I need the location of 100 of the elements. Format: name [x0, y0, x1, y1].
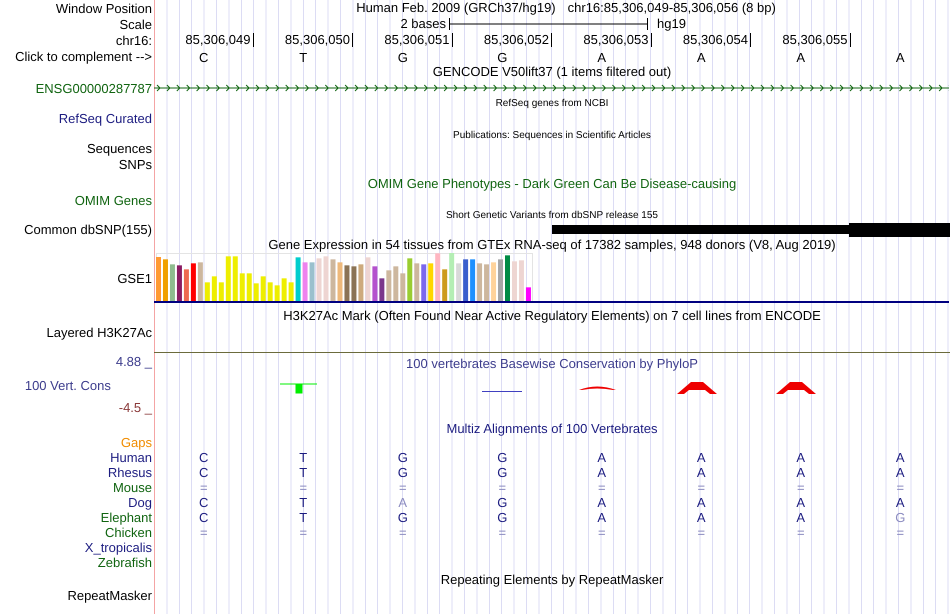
species-label[interactable]: Human	[110, 450, 152, 465]
track-title: Repeating Elements by RepeatMasker	[440, 570, 664, 589]
track-label[interactable]: Common dbSNP(155)	[24, 222, 152, 238]
base-letter: A	[597, 495, 606, 510]
track-label[interactable]: 100 Vert. Cons	[24, 378, 111, 392]
base-letter: =	[498, 525, 506, 540]
track-label[interactable]: Layered H3K27Ac	[46, 324, 152, 340]
conservation-peak	[776, 382, 816, 394]
base-letter: G	[895, 510, 906, 525]
base-letter: A	[597, 510, 606, 525]
track-title: 100 vertebrates Basewise Conservation by PhyloP	[406, 355, 698, 370]
base-letter: A	[597, 465, 606, 480]
base-letter: A	[696, 495, 706, 510]
base-letter: G	[497, 465, 508, 480]
conservation-peak	[579, 386, 616, 390]
base-letter: A	[398, 495, 408, 510]
base-letter[interactable]: A	[696, 48, 706, 68]
conservation-peak	[677, 382, 717, 394]
base-letter: C	[199, 510, 208, 525]
species-label[interactable]: Mouse	[112, 480, 152, 495]
track-title: Gene Expression in 54 tissues from GTEx RNA-seq of 17382 samples, 948 donors (V8, Aug 2019)	[268, 236, 836, 254]
track-label: chr16:	[116, 32, 152, 48]
base-letter: A	[597, 450, 606, 465]
base-letter: T	[299, 510, 308, 525]
base-letter: =	[398, 480, 407, 495]
track-title: Publications: Sequences in Scientific Articles	[453, 128, 651, 142]
base-letter: =	[299, 525, 308, 540]
track-label[interactable]: GSE1	[117, 270, 152, 286]
base-letter: =	[299, 480, 308, 495]
base-letter: =	[697, 480, 706, 495]
track-label[interactable]: SNPs	[118, 157, 152, 173]
base-letter: =	[598, 525, 606, 540]
axis-min-label: -4.5 _	[118, 400, 152, 415]
base-letter: =	[598, 480, 606, 495]
base-letter: T	[299, 450, 308, 465]
base-letter[interactable]: A	[796, 48, 806, 68]
track-title: OMIM Gene Phenotypes - Dark Green Can Be Disease-causing	[368, 174, 736, 193]
track-title: H3K27Ac Mark (Often Found Near Active Regulatory Elements) on 7 cell lines from ENCODE	[283, 307, 821, 326]
base-letter: A	[896, 450, 905, 465]
base-letter: T	[299, 495, 308, 510]
track-label[interactable]: ENSG00000287787	[36, 80, 152, 96]
track-label: Window Position	[56, 0, 152, 16]
base-letter[interactable]: G	[398, 48, 408, 68]
coordinate-tick: 85,306,050	[284, 33, 353, 47]
species-label[interactable]: Chicken	[105, 525, 152, 540]
base-letter: C	[199, 465, 208, 480]
track-label[interactable]: OMIM Genes	[74, 192, 152, 208]
base-letter: =	[697, 525, 706, 540]
coordinate-tick: 85,306,051	[384, 33, 452, 47]
base-letter: G	[398, 510, 408, 525]
species-label[interactable]: Elephant	[100, 510, 152, 525]
species-label[interactable]: Dog	[128, 495, 152, 510]
base-letter: =	[896, 480, 904, 495]
base-letter: T	[299, 465, 308, 480]
coordinate-tick: 85,306,052	[484, 33, 552, 47]
coordinate-tick: 85,306,053	[583, 33, 652, 47]
base-letter: =	[200, 525, 208, 540]
assembly-title: Human Feb. 2009 (GRCh37/hg19)	[356, 0, 556, 18]
base-letter[interactable]: C	[199, 48, 208, 68]
base-letter: A	[796, 465, 806, 480]
base-letter: G	[398, 450, 408, 465]
base-letter[interactable]: A	[896, 48, 905, 68]
base-letter: G	[497, 450, 508, 465]
axis-max-label: 4.88 _	[116, 354, 152, 369]
track-label[interactable]: RepeatMasker	[67, 588, 152, 604]
base-letter: G	[398, 465, 408, 480]
track-label[interactable]: Sequences	[86, 141, 152, 157]
base-letter: C	[199, 450, 208, 465]
species-label[interactable]: Rhesus	[108, 465, 152, 480]
position-text: chr16:85,306,049-85,306,056 (8 bp)	[568, 0, 776, 18]
base-letter: A	[796, 510, 806, 525]
base-letter: =	[200, 480, 208, 495]
coordinate-tick: 85,306,055	[782, 33, 850, 47]
base-letter: A	[896, 465, 905, 480]
coordinate-tick: 85,306,049	[185, 33, 254, 47]
base-letter: C	[199, 495, 208, 510]
track-label[interactable]: RefSeq Curated	[58, 111, 152, 127]
assembly-name: hg19	[656, 15, 686, 34]
base-letter: =	[896, 525, 904, 540]
base-letter: A	[896, 495, 905, 510]
base-letter: =	[796, 525, 805, 540]
base-letter: =	[398, 525, 407, 540]
scale-text: 2 bases	[399, 15, 447, 34]
species-label[interactable]: Zebrafish	[98, 555, 152, 570]
track-title: Multiz Alignments of 100 Vertebrates	[446, 420, 658, 438]
coordinate-tick: 85,306,054	[682, 33, 751, 47]
base-letter: =	[498, 480, 506, 495]
base-letter: A	[696, 465, 706, 480]
track-title: Short Genetic Variants from dbSNP release 155	[446, 208, 658, 222]
track-label: Scale	[119, 16, 152, 32]
conservation-bar	[280, 384, 318, 394]
base-letter: G	[497, 495, 508, 510]
complement-link[interactable]: Click to complement -->	[15, 48, 152, 64]
base-letter[interactable]: T	[299, 48, 308, 68]
base-letter: G	[497, 510, 508, 525]
species-label[interactable]: X_tropicalis	[84, 540, 152, 555]
base-letter: A	[696, 450, 706, 465]
base-letter: =	[796, 480, 805, 495]
base-letter: A	[796, 495, 806, 510]
base-letter: A	[796, 450, 806, 465]
